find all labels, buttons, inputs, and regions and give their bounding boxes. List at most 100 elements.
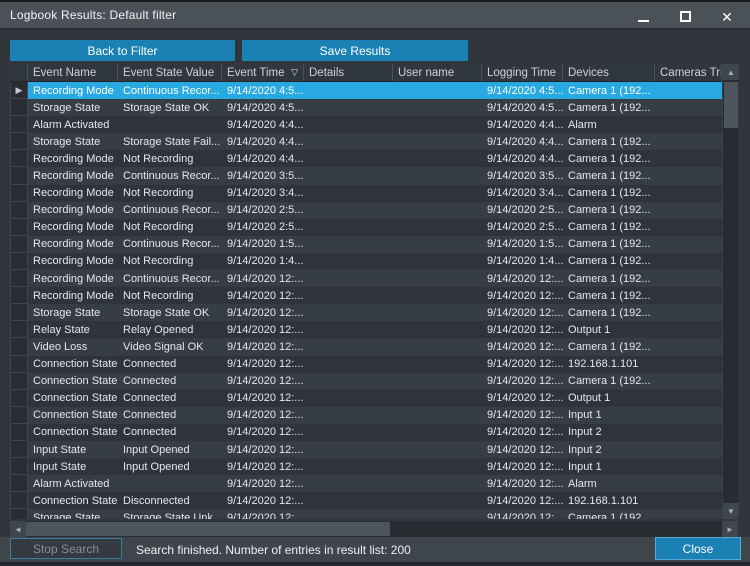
cell-event-name[interactable]: Recording Mode (28, 202, 118, 219)
header-logging-time[interactable]: Logging Time (482, 64, 563, 81)
cell-event-name[interactable]: Input State (28, 441, 118, 458)
cell-details[interactable] (304, 441, 393, 458)
cell-user-name[interactable] (393, 270, 482, 287)
row-selector-cell[interactable]: ▶ (10, 424, 28, 441)
cell-user-name[interactable] (393, 509, 482, 519)
cell-event-state-value[interactable]: Disconnected (118, 492, 222, 509)
row-selector-cell[interactable]: ▶ (10, 390, 28, 407)
row-selector-cell[interactable]: ▶ (10, 167, 28, 184)
header-event-time[interactable]: Event Time ▽ (222, 64, 304, 81)
cell-event-time[interactable]: 9/14/2020 2:5... (222, 202, 304, 219)
row-selector-cell[interactable]: ▶ (10, 219, 28, 236)
cell-event-state-value[interactable] (118, 116, 222, 133)
cell-devices[interactable]: Camera 1 (192... (563, 338, 655, 355)
table-row[interactable]: ▶ Storage State Storage State OK 9/14/20… (10, 304, 722, 321)
cell-logging-time[interactable]: 9/14/2020 12:... (482, 492, 563, 509)
cell-cameras-triggered[interactable] (655, 133, 722, 150)
table-row[interactable]: ▶ Connection State Connected 9/14/2020 1… (10, 373, 722, 390)
cell-user-name[interactable] (393, 492, 482, 509)
cell-details[interactable] (304, 253, 393, 270)
table-row[interactable]: ▶ Connection State Disconnected 9/14/202… (10, 492, 722, 509)
table-row[interactable]: ▶ Recording Mode Continuous Recor... 9/1… (10, 167, 722, 184)
cell-user-name[interactable] (393, 458, 482, 475)
cell-details[interactable] (304, 82, 393, 99)
cell-event-name[interactable]: Connection State (28, 373, 118, 390)
cell-details[interactable] (304, 150, 393, 167)
stop-search-button[interactable]: Stop Search (10, 538, 122, 559)
cell-cameras-triggered[interactable] (655, 116, 722, 133)
cell-user-name[interactable] (393, 167, 482, 184)
cell-user-name[interactable] (393, 150, 482, 167)
cell-user-name[interactable] (393, 82, 482, 99)
row-selector-cell[interactable]: ▶ (10, 321, 28, 338)
cell-event-state-value[interactable]: Storage State OK (118, 99, 222, 116)
cell-cameras-triggered[interactable] (655, 219, 722, 236)
cell-details[interactable] (304, 202, 393, 219)
cell-event-state-value[interactable]: Connected (118, 356, 222, 373)
cell-details[interactable] (304, 185, 393, 202)
row-selector-cell[interactable]: ▶ (10, 99, 28, 116)
cell-event-time[interactable]: 9/14/2020 12:... (222, 270, 304, 287)
cell-cameras-triggered[interactable] (655, 509, 722, 519)
cell-event-state-value[interactable]: Continuous Recor... (118, 82, 222, 99)
cell-event-name[interactable]: Connection State (28, 424, 118, 441)
cell-details[interactable] (304, 219, 393, 236)
cell-user-name[interactable] (393, 321, 482, 338)
row-selector-cell[interactable]: ▶ (10, 270, 28, 287)
cell-logging-time[interactable]: 9/14/2020 12:... (482, 458, 563, 475)
cell-user-name[interactable] (393, 475, 482, 492)
cell-event-time[interactable]: 9/14/2020 4:4... (222, 116, 304, 133)
table-row[interactable]: ▶ Input State Input Opened 9/14/2020 12:… (10, 441, 722, 458)
cell-cameras-triggered[interactable] (655, 475, 722, 492)
header-user-name[interactable]: User name (393, 64, 482, 81)
table-row[interactable]: ▶ Connection State Connected 9/14/2020 1… (10, 407, 722, 424)
cell-devices[interactable]: Alarm (563, 116, 655, 133)
table-row[interactable]: ▶ Relay State Relay Opened 9/14/2020 12:… (10, 321, 722, 338)
cell-cameras-triggered[interactable] (655, 424, 722, 441)
cell-devices[interactable]: Camera 1 (192... (563, 150, 655, 167)
cell-cameras-triggered[interactable] (655, 185, 722, 202)
cell-cameras-triggered[interactable] (655, 167, 722, 184)
table-row[interactable]: ▶ Recording Mode Not Recording 9/14/2020… (10, 150, 722, 167)
cell-event-name[interactable]: Recording Mode (28, 270, 118, 287)
cell-devices[interactable]: Camera 1 (192... (563, 373, 655, 390)
cell-cameras-triggered[interactable] (655, 270, 722, 287)
row-selector-cell[interactable]: ▶ (10, 150, 28, 167)
cell-devices[interactable]: Input 2 (563, 424, 655, 441)
cell-user-name[interactable] (393, 356, 482, 373)
cell-event-state-value[interactable]: Connected (118, 424, 222, 441)
row-selector-cell[interactable]: ▶ (10, 133, 28, 150)
cell-user-name[interactable] (393, 373, 482, 390)
cell-logging-time[interactable]: 9/14/2020 12:... (482, 407, 563, 424)
cell-event-time[interactable]: 9/14/2020 4:4... (222, 150, 304, 167)
table-row[interactable]: ▶ Recording Mode Not Recording 9/14/2020… (10, 287, 722, 304)
row-selector-cell[interactable]: ▶ (10, 116, 28, 133)
row-selector-cell[interactable]: ▶ (10, 407, 28, 424)
row-selector-cell[interactable]: ▶ (10, 253, 28, 270)
table-row[interactable]: ▶ Connection State Connected 9/14/2020 1… (10, 390, 722, 407)
cell-logging-time[interactable]: 9/14/2020 12:... (482, 287, 563, 304)
header-devices[interactable]: Devices (563, 64, 655, 81)
cell-event-time[interactable]: 9/14/2020 3:5... (222, 167, 304, 184)
cell-logging-time[interactable]: 9/14/2020 3:5... (482, 167, 563, 184)
cell-cameras-triggered[interactable] (655, 150, 722, 167)
cell-logging-time[interactable]: 9/14/2020 12:... (482, 321, 563, 338)
cell-details[interactable] (304, 321, 393, 338)
cell-user-name[interactable] (393, 287, 482, 304)
cell-event-time[interactable]: 9/14/2020 12:... (222, 441, 304, 458)
cell-event-time[interactable]: 9/14/2020 3:4... (222, 185, 304, 202)
cell-details[interactable] (304, 407, 393, 424)
cell-devices[interactable]: Output 1 (563, 321, 655, 338)
cell-event-name[interactable]: Recording Mode (28, 82, 118, 99)
vertical-scrollbar[interactable]: ▲ ▼ (722, 64, 738, 519)
cell-logging-time[interactable]: 9/14/2020 12:... (482, 441, 563, 458)
cell-devices[interactable]: Input 1 (563, 407, 655, 424)
cell-event-name[interactable]: Connection State (28, 356, 118, 373)
close-window-button[interactable]: ✕ (718, 8, 736, 26)
cell-user-name[interactable] (393, 407, 482, 424)
cell-cameras-triggered[interactable] (655, 390, 722, 407)
cell-event-name[interactable]: Storage State (28, 133, 118, 150)
cell-details[interactable] (304, 236, 393, 253)
cell-logging-time[interactable]: 9/14/2020 12:... (482, 475, 563, 492)
cell-event-name[interactable]: Storage State (28, 99, 118, 116)
